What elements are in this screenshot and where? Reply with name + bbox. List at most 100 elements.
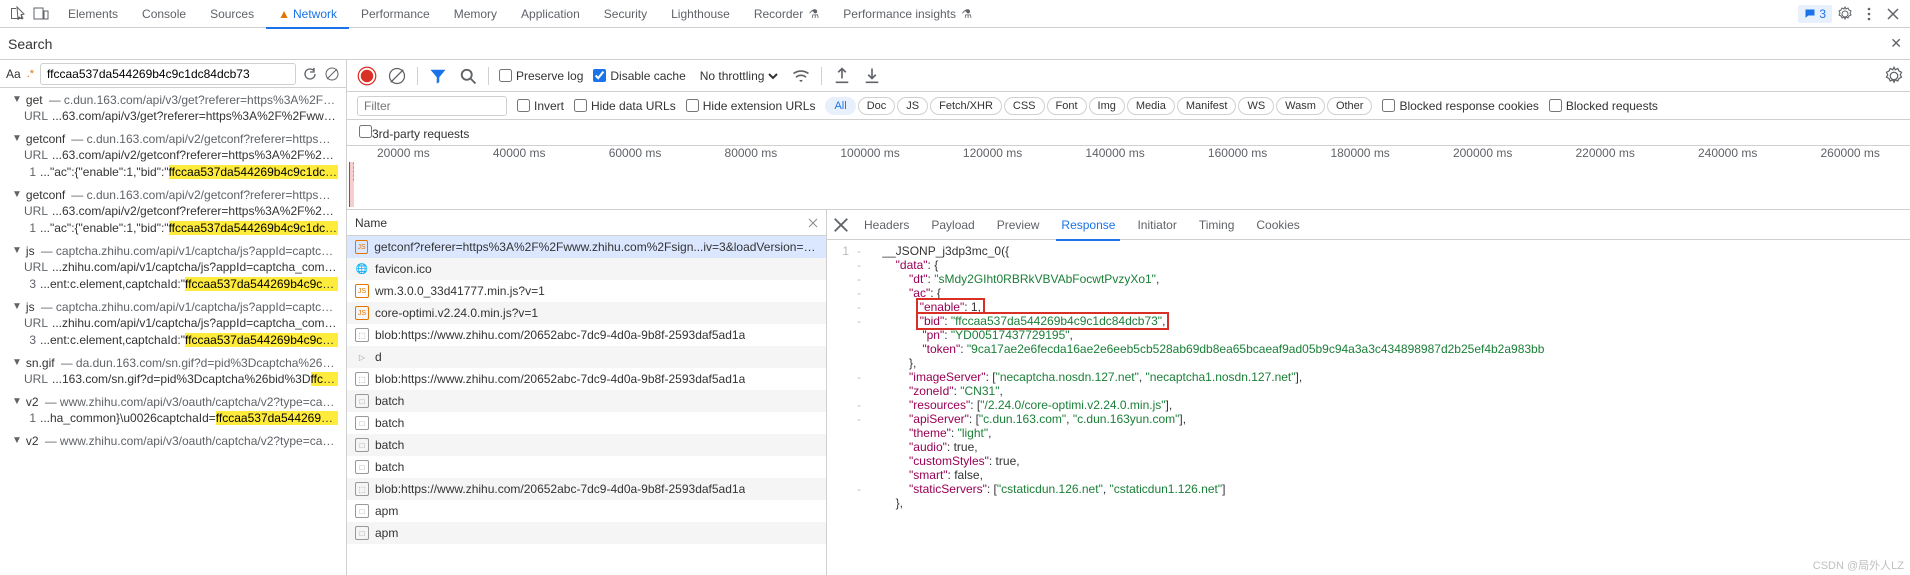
tab-elements[interactable]: Elements <box>56 0 130 28</box>
details-tab-preview[interactable]: Preview <box>986 210 1051 240</box>
clear-network-icon[interactable] <box>387 66 407 86</box>
chip-doc[interactable]: Doc <box>858 97 896 115</box>
search-clear-icon[interactable]: ✕ <box>1890 35 1902 52</box>
chip-ws[interactable]: WS <box>1238 97 1274 115</box>
result-line[interactable]: URL...zhihu.com/api/v1/captcha/js?appId=… <box>12 315 338 332</box>
device-icon[interactable] <box>30 3 52 25</box>
tab-application[interactable]: Application <box>509 0 592 28</box>
inspect-icon[interactable] <box>6 3 28 25</box>
match-case-icon[interactable]: Aa <box>6 67 21 81</box>
result-head[interactable]: ▼js— captcha.zhihu.com/api/v1/captcha/js… <box>12 299 338 315</box>
close-details-icon[interactable] <box>831 215 851 235</box>
result-head[interactable]: ▼v2— www.zhihu.com/api/v3/oauth/captcha/… <box>12 394 338 410</box>
download-icon[interactable] <box>862 66 882 86</box>
disable-cache-checkbox[interactable]: Disable cache <box>593 69 685 83</box>
upload-icon[interactable] <box>832 66 852 86</box>
tab-recorder[interactable]: Recorder ⚗ <box>742 0 831 28</box>
result-line[interactable]: 3...ent:c.element,captchaId:"ffccaa537da… <box>12 332 338 349</box>
tab-lighthouse[interactable]: Lighthouse <box>659 0 742 28</box>
request-row[interactable]: blob:https://www.zhihu.com/20652abc-7dc9… <box>347 368 826 390</box>
chip-manifest[interactable]: Manifest <box>1177 97 1237 115</box>
tab-performance[interactable]: Performance <box>349 0 442 28</box>
hide-data-urls-checkbox[interactable]: Hide data URLs <box>574 99 676 113</box>
blocked-cookies-checkbox[interactable]: Blocked response cookies <box>1382 99 1538 113</box>
preserve-log-checkbox[interactable]: Preserve log <box>499 69 583 83</box>
request-row[interactable]: d <box>347 346 826 368</box>
request-row[interactable]: blob:https://www.zhihu.com/20652abc-7dc9… <box>347 478 826 500</box>
details-tab-headers[interactable]: Headers <box>853 210 920 240</box>
network-filter-input[interactable] <box>357 96 507 116</box>
result-line[interactable]: 1..."ac":{"enable":1,"bid":"ffccaa537da5… <box>12 164 338 181</box>
close-devtools-icon[interactable] <box>1882 3 1904 25</box>
clear-icon[interactable] <box>324 66 340 82</box>
invert-checkbox[interactable]: Invert <box>517 99 564 113</box>
chip-media[interactable]: Media <box>1127 97 1175 115</box>
wifi-icon[interactable] <box>791 66 811 86</box>
request-row[interactable]: favicon.ico <box>347 258 826 280</box>
hide-ext-urls-checkbox[interactable]: Hide extension URLs <box>686 99 816 113</box>
request-row[interactable]: core-optimi.v2.24.0.min.js?v=1 <box>347 302 826 324</box>
filter-icon[interactable] <box>428 66 448 86</box>
result-head[interactable]: ▼js— captcha.zhihu.com/api/v1/captcha/js… <box>12 243 338 259</box>
request-row[interactable]: batch <box>347 456 826 478</box>
chip-css[interactable]: CSS <box>1004 97 1045 115</box>
result-line[interactable]: URL...63.com/api/v2/getconf?referer=http… <box>12 147 338 164</box>
result-line[interactable]: 3...ent:c.element,captchaId:"ffccaa537da… <box>12 276 338 293</box>
result-head[interactable]: ▼sn.gif— da.dun.163.com/sn.gif?d=pid%3Dc… <box>12 355 338 371</box>
result-line[interactable]: URL...63.com/api/v3/get?referer=https%3A… <box>12 108 338 125</box>
details-tab-timing[interactable]: Timing <box>1188 210 1246 240</box>
record-icon[interactable] <box>357 66 377 86</box>
details-tab-response[interactable]: Response <box>1050 210 1126 240</box>
chip-wasm[interactable]: Wasm <box>1276 97 1325 115</box>
search-network-icon[interactable] <box>458 66 478 86</box>
regex-icon[interactable]: .* <box>27 68 34 80</box>
chip-font[interactable]: Font <box>1047 97 1087 115</box>
details-tab-initiator[interactable]: Initiator <box>1126 210 1187 240</box>
result-line[interactable]: URL...63.com/api/v2/getconf?referer=http… <box>12 203 338 220</box>
result-line[interactable]: 1..."ac":{"enable":1,"bid":"ffccaa537da5… <box>12 220 338 237</box>
chip-all[interactable]: All <box>825 97 855 115</box>
request-row[interactable]: batch <box>347 390 826 412</box>
chip-other[interactable]: Other <box>1327 97 1373 115</box>
gear-icon[interactable] <box>1834 3 1856 25</box>
blob-icon <box>355 482 369 496</box>
result-head[interactable]: ▼getconf— c.dun.163.com/api/v2/getconf?r… <box>12 131 338 147</box>
tab-security[interactable]: Security <box>592 0 659 28</box>
request-row[interactable]: batch <box>347 412 826 434</box>
chip-fetch-xhr[interactable]: Fetch/XHR <box>930 97 1002 115</box>
request-row[interactable]: apm <box>347 522 826 544</box>
tab-sources[interactable]: Sources <box>198 0 266 28</box>
request-row[interactable]: getconf?referer=https%3A%2F%2Fwww.zhihu.… <box>347 236 826 258</box>
result-head[interactable]: ▼getconf— c.dun.163.com/api/v2/getconf?r… <box>12 187 338 203</box>
result-line[interactable]: 1...ha_common}\u0026captchaId=ffccaa537d… <box>12 410 338 427</box>
tab-network[interactable]: ▲Network <box>266 0 349 28</box>
result-head[interactable]: ▼get— c.dun.163.com/api/v3/get?referer=h… <box>12 92 338 108</box>
refresh-icon[interactable] <box>302 66 318 82</box>
request-list-header[interactable]: Name <box>347 210 826 236</box>
tab-performance-insights[interactable]: Performance insights ⚗ <box>831 0 984 28</box>
result-group: ▼v2— www.zhihu.com/api/v3/oauth/captcha/… <box>0 431 346 453</box>
request-row[interactable]: wm.3.0.0_33d41777.min.js?v=1 <box>347 280 826 302</box>
chip-img[interactable]: Img <box>1089 97 1125 115</box>
response-code[interactable]: 1- __JSONP_j3dp3mc_0({- "data": {- "dt":… <box>827 240 1910 575</box>
blocked-requests-checkbox[interactable]: Blocked requests <box>1549 99 1658 113</box>
third-party-checkbox[interactable]: 3rd-party requests <box>359 125 469 141</box>
request-row[interactable]: blob:https://www.zhihu.com/20652abc-7dc9… <box>347 324 826 346</box>
timeline[interactable]: 20000 ms40000 ms60000 ms80000 ms100000 m… <box>347 146 1910 210</box>
details-tab-cookies[interactable]: Cookies <box>1245 210 1310 240</box>
result-line[interactable]: URL...zhihu.com/api/v1/captcha/js?appId=… <box>12 259 338 276</box>
request-row[interactable]: batch <box>347 434 826 456</box>
result-line[interactable]: URL...163.com/sn.gif?d=pid%3Dcaptcha%26b… <box>12 371 338 388</box>
details-tab-payload[interactable]: Payload <box>920 210 985 240</box>
request-row[interactable]: apm <box>347 500 826 522</box>
messages-badge[interactable]: 3 <box>1798 5 1832 23</box>
result-head[interactable]: ▼v2— www.zhihu.com/api/v3/oauth/captcha/… <box>12 433 338 449</box>
network-gear-icon[interactable] <box>1884 66 1904 86</box>
tab-memory[interactable]: Memory <box>442 0 509 28</box>
search-filter-input[interactable] <box>40 63 296 85</box>
kebab-icon[interactable] <box>1858 3 1880 25</box>
tab-console[interactable]: Console <box>130 0 198 28</box>
search-main-input[interactable] <box>60 36 1882 52</box>
throttle-select[interactable]: No throttling <box>696 68 781 84</box>
chip-js[interactable]: JS <box>897 97 928 115</box>
